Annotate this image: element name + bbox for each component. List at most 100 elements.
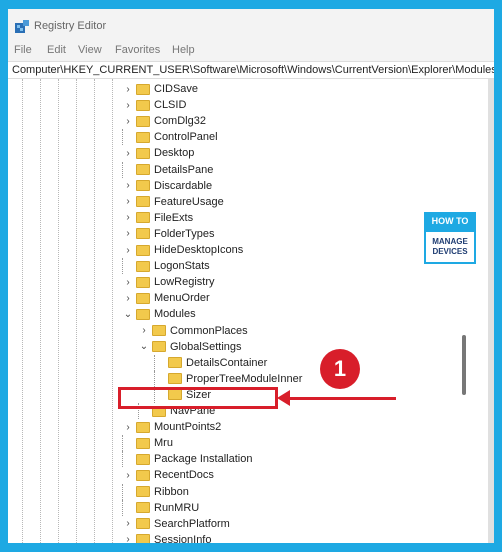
tree-node[interactable]: › Desktop bbox=[122, 145, 194, 161]
pane-splitter[interactable] bbox=[488, 79, 494, 543]
folder-icon bbox=[136, 308, 150, 320]
tree-node[interactable]: ControlPanel bbox=[122, 129, 218, 146]
tree-node[interactable]: Package Installation bbox=[122, 451, 253, 468]
folder-icon bbox=[136, 453, 150, 465]
tree-node[interactable]: LogonStats bbox=[122, 258, 210, 275]
menu-favorites[interactable]: Favorites bbox=[115, 44, 160, 56]
address-path: Computer\HKEY_CURRENT_USER\Software\Micr… bbox=[12, 64, 494, 76]
tree-node[interactable]: › RecentDocs bbox=[122, 467, 214, 483]
tree-node[interactable]: DetailsContainer bbox=[154, 354, 267, 371]
chevron-right-icon[interactable]: › bbox=[122, 113, 134, 129]
chevron-right-icon[interactable]: › bbox=[122, 419, 134, 435]
tree-connector bbox=[122, 483, 134, 500]
folder-icon bbox=[136, 147, 150, 159]
annotation-arrow-head-icon bbox=[277, 390, 290, 406]
annotation-arrow-shaft bbox=[288, 397, 396, 400]
chevron-right-icon[interactable]: › bbox=[138, 323, 150, 339]
menu-edit[interactable]: Edit bbox=[47, 44, 66, 56]
folder-icon bbox=[136, 502, 150, 514]
tree-node[interactable]: Mru bbox=[122, 435, 173, 452]
folder-icon bbox=[136, 131, 150, 143]
tree-node[interactable]: Ribbon bbox=[122, 483, 189, 500]
tree-node[interactable]: › FolderTypes bbox=[122, 226, 214, 242]
chevron-right-icon[interactable]: › bbox=[122, 178, 134, 194]
tree-node-label: FileExts bbox=[154, 211, 194, 224]
tree-node-label: FeatureUsage bbox=[154, 195, 224, 208]
tree-node[interactable]: DetailsPane bbox=[122, 161, 214, 178]
tree-node-label: GlobalSettings bbox=[170, 340, 242, 353]
folder-icon bbox=[136, 276, 150, 288]
tree-node[interactable]: › MountPoints2 bbox=[122, 419, 221, 435]
tree-node[interactable]: › SessionInfo bbox=[122, 532, 211, 543]
tree-connector bbox=[122, 451, 134, 468]
tree-node[interactable]: › ComDlg32 bbox=[122, 113, 206, 129]
chevron-right-icon[interactable]: › bbox=[122, 274, 134, 290]
folder-icon bbox=[136, 260, 150, 272]
chevron-right-icon[interactable]: › bbox=[122, 194, 134, 210]
logo-bottom: MANAGE DEVICES bbox=[424, 230, 476, 264]
folder-icon bbox=[152, 341, 166, 353]
tree-node[interactable]: › LowRegistry bbox=[122, 274, 214, 290]
tree-node[interactable]: › HideDesktopIcons bbox=[122, 242, 243, 258]
tree-node-label: RunMRU bbox=[154, 501, 200, 514]
chevron-right-icon[interactable]: › bbox=[122, 226, 134, 242]
tree-node[interactable]: ProperTreeModuleInner bbox=[154, 370, 302, 387]
folder-icon bbox=[136, 115, 150, 127]
logo-top-text: HOW TO bbox=[424, 212, 476, 230]
chevron-right-icon[interactable]: › bbox=[122, 467, 134, 483]
tree-connector bbox=[122, 435, 134, 452]
tree-connector bbox=[122, 258, 134, 275]
tree-node-label: CIDSave bbox=[154, 83, 199, 95]
folder-icon bbox=[136, 292, 150, 304]
scrollbar-thumb[interactable] bbox=[462, 335, 466, 395]
tree-node[interactable]: › CLSID bbox=[122, 97, 186, 113]
tree-node-label: CommonPlaces bbox=[170, 324, 248, 337]
tree-node-label: Desktop bbox=[154, 147, 195, 160]
tree-node-label: Mru bbox=[154, 437, 173, 450]
tree-node[interactable]: › CommonPlaces bbox=[138, 323, 248, 339]
tree-node[interactable]: › FeatureUsage bbox=[122, 194, 224, 210]
folder-icon bbox=[136, 99, 150, 111]
folder-icon bbox=[136, 469, 150, 481]
menu-view[interactable]: View bbox=[78, 44, 102, 56]
registry-tree: › CIDSave › CLSID › ComDlg32 ControlPanel › Desk… bbox=[8, 79, 488, 543]
tree-node-label: MountPoints2 bbox=[154, 421, 222, 434]
window-title: Registry Editor bbox=[34, 20, 107, 32]
tree-node-label: DetailsPane bbox=[154, 163, 214, 176]
tree-node-label: Package Installation bbox=[154, 453, 253, 466]
logo-line1: MANAGE bbox=[432, 237, 468, 246]
folder-icon bbox=[136, 534, 150, 543]
tree-node[interactable]: › FileExts bbox=[122, 210, 193, 226]
tree-node[interactable]: › Discardable bbox=[122, 178, 212, 194]
chevron-right-icon[interactable]: › bbox=[122, 532, 134, 543]
folder-icon bbox=[136, 228, 150, 240]
tree-node-label: Discardable bbox=[154, 179, 213, 192]
chevron-down-icon[interactable]: ⌄ bbox=[122, 306, 134, 322]
chevron-right-icon[interactable]: › bbox=[122, 516, 134, 532]
tree-node[interactable]: › MenuOrder bbox=[122, 290, 210, 306]
tree-connector bbox=[122, 499, 134, 516]
folder-icon bbox=[136, 437, 150, 449]
tree-node[interactable]: ⌄ Modules bbox=[122, 306, 196, 322]
tree-node-label: MenuOrder bbox=[154, 292, 210, 305]
tree-node[interactable]: › SearchPlatform bbox=[122, 516, 229, 532]
chevron-right-icon[interactable]: › bbox=[122, 97, 134, 113]
menu-file[interactable]: File bbox=[14, 44, 32, 56]
tree-connector bbox=[154, 354, 166, 371]
chevron-right-icon[interactable]: › bbox=[122, 145, 134, 161]
folder-icon bbox=[136, 180, 150, 192]
title-bar: Registry Editor bbox=[8, 9, 494, 41]
chevron-down-icon[interactable]: ⌄ bbox=[138, 339, 150, 355]
chevron-right-icon[interactable]: › bbox=[122, 290, 134, 306]
tree-node-label: ControlPanel bbox=[154, 131, 218, 144]
chevron-right-icon[interactable]: › bbox=[122, 210, 134, 226]
tree-connector bbox=[122, 161, 134, 178]
address-bar[interactable]: Computer\HKEY_CURRENT_USER\Software\Micr… bbox=[8, 61, 494, 79]
step-number-badge: 1 bbox=[320, 349, 360, 389]
tree-node[interactable]: ⌄ GlobalSettings bbox=[138, 339, 242, 355]
tree-node[interactable]: RunMRU bbox=[122, 499, 200, 516]
chevron-right-icon[interactable]: › bbox=[122, 242, 134, 258]
tree-node[interactable]: › CIDSave bbox=[122, 81, 198, 97]
menu-help[interactable]: Help bbox=[172, 44, 195, 56]
chevron-right-icon[interactable]: › bbox=[122, 81, 134, 97]
